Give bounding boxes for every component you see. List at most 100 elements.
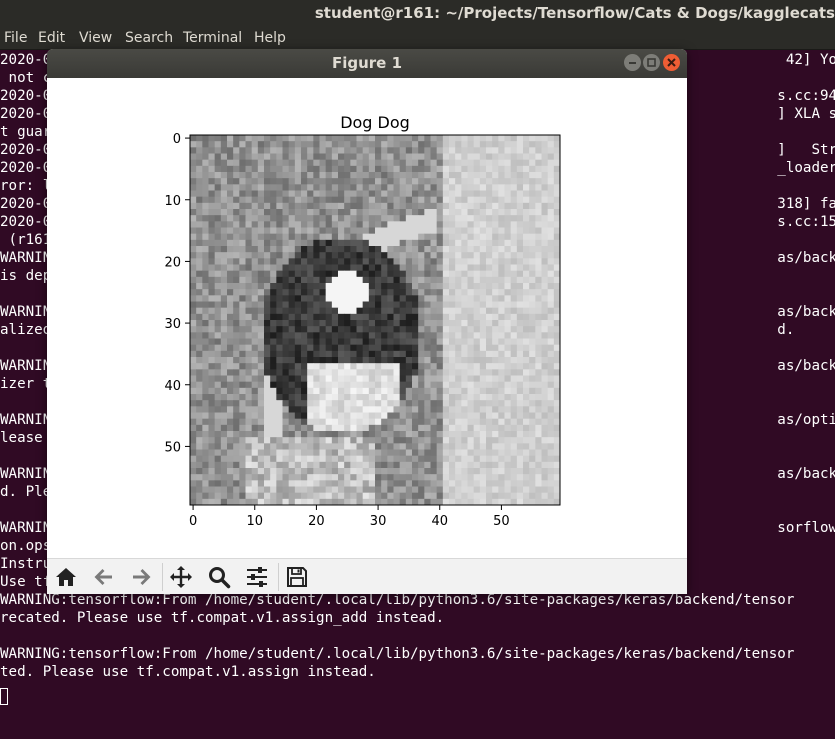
heatmap-cell: [208, 283, 216, 290]
menu-terminal[interactable]: Terminal: [183, 30, 242, 46]
heatmap-cell: [535, 394, 542, 401]
heatmap-cell: [529, 258, 536, 265]
heatmap-cell: [473, 461, 481, 469]
menu-edit[interactable]: Edit: [38, 30, 65, 46]
heatmap-cell: [257, 239, 265, 247]
heatmap-cell: [529, 474, 536, 481]
heatmap-cell: [449, 363, 456, 370]
heatmap-cell: [553, 406, 561, 413]
maximize-button[interactable]: [643, 54, 660, 71]
heatmap-cell: [350, 190, 357, 198]
menu-search[interactable]: Search: [125, 30, 173, 46]
heatmap-cell: [541, 233, 549, 241]
heatmap-cell: [288, 233, 296, 241]
heatmap-cell: [510, 258, 518, 265]
heatmap-cell: [535, 313, 542, 321]
heatmap-cell: [313, 492, 320, 500]
heatmap-cell: [375, 350, 382, 358]
heatmap-cell: [516, 153, 524, 161]
heatmap-cell: [553, 431, 561, 438]
heatmap-cell: [264, 387, 271, 395]
heatmap-cell: [220, 387, 228, 395]
close-button[interactable]: [663, 54, 680, 71]
menu-file[interactable]: File: [4, 30, 27, 46]
heatmap-cell: [190, 326, 197, 333]
menu-help[interactable]: Help: [254, 30, 286, 46]
heatmap-cell: [196, 357, 203, 364]
heatmap-cell: [264, 227, 271, 235]
heatmap-cell: [424, 239, 431, 247]
save-button[interactable]: [282, 563, 312, 591]
zoom-button[interactable]: [204, 563, 234, 591]
heatmap-cell: [473, 252, 481, 259]
heatmap-cell: [492, 381, 499, 389]
configure-button[interactable]: [242, 563, 272, 591]
heatmap-cell: [270, 190, 277, 198]
heatmap-cell: [399, 295, 407, 302]
heatmap-cell: [449, 283, 456, 290]
heatmap-cell: [393, 344, 401, 352]
heatmap-cell: [220, 369, 228, 376]
heatmap-cell: [467, 387, 475, 395]
heatmap-cell: [214, 283, 222, 290]
heatmap-cell: [418, 480, 425, 487]
pan-button[interactable]: [166, 563, 196, 591]
heatmap-cell: [356, 375, 364, 383]
heatmap-cell: [362, 135, 370, 142]
figure-titlebar[interactable]: Figure 1: [47, 49, 687, 78]
heatmap-cell: [239, 455, 246, 463]
forward-button[interactable]: [126, 563, 156, 591]
heatmap-cell: [301, 264, 308, 272]
heatmap-cell: [338, 406, 345, 413]
heatmap-cell: [486, 363, 493, 370]
heatmap-cell: [307, 381, 314, 389]
back-button[interactable]: [89, 563, 119, 591]
heatmap-cell: [504, 178, 512, 185]
heatmap-cell: [251, 443, 259, 450]
heatmap-cell: [276, 147, 283, 154]
heatmap-cell: [387, 350, 394, 358]
home-button[interactable]: [51, 563, 81, 591]
terminal-titlebar[interactable]: student@r161: ~/Projects/Tensorflow/Cats…: [0, 0, 835, 28]
heatmap-cell: [251, 313, 259, 321]
heatmap-cell: [412, 283, 419, 290]
arrow-left-icon: [94, 569, 112, 585]
heatmap-cell: [239, 486, 246, 494]
heatmap-cell: [220, 381, 228, 389]
heatmap-cell: [436, 178, 444, 185]
heatmap-cell: [362, 264, 370, 272]
heatmap-cell: [442, 431, 450, 438]
menu-view[interactable]: View: [79, 30, 112, 46]
heatmap-cell: [375, 289, 382, 296]
heatmap-cell: [227, 283, 234, 290]
heatmap-cell: [492, 258, 499, 265]
heatmap-cell: [430, 202, 438, 210]
heatmap-cell: [338, 492, 345, 500]
heatmap-cell: [504, 301, 512, 309]
heatmap-cell: [227, 381, 234, 389]
heatmap-cell: [301, 492, 308, 500]
heatmap-cell: [208, 437, 216, 444]
heatmap-cell: [190, 283, 197, 290]
heatmap-cell: [313, 480, 320, 487]
heatmap-cell: [276, 498, 283, 506]
minimize-button[interactable]: [624, 54, 641, 71]
heatmap-cell: [325, 400, 333, 407]
figure-canvas[interactable]: Dog Dog 0 10 20 30 40 50 01020304050: [47, 78, 687, 558]
heatmap-cell: [208, 381, 216, 389]
heatmap-cell: [399, 159, 407, 167]
heatmap-cell: [227, 492, 234, 500]
heatmap-cell: [455, 165, 462, 173]
heatmap-cell: [418, 252, 425, 259]
heatmap-cell: [399, 289, 407, 296]
heatmap-cell: [498, 480, 505, 487]
heatmap-cell: [208, 239, 216, 247]
heatmap-cell: [251, 196, 259, 204]
heatmap-cell: [436, 307, 444, 315]
heatmap-cell: [239, 159, 246, 167]
heatmap-cell: [245, 375, 253, 383]
heatmap-cell: [430, 492, 438, 500]
heatmap-cell: [393, 135, 401, 142]
heatmap-cell: [504, 381, 512, 389]
heatmap-cell: [214, 468, 222, 475]
